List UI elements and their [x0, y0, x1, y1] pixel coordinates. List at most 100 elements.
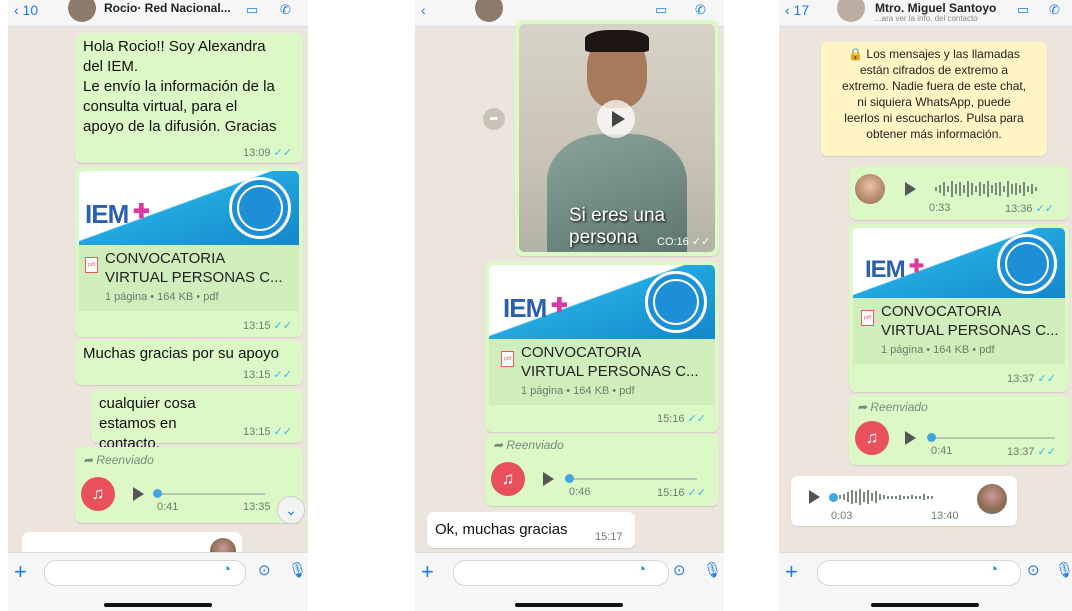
phone-call-icon[interactable]: ✆ — [280, 2, 302, 20]
document-info: pdf CONVOCATORIA VIRTUAL PERSONAS C... 1… — [79, 245, 299, 311]
message-composer: + ◔ ⊙ 🎙 — [415, 552, 724, 611]
message-input[interactable] — [44, 560, 246, 586]
document-meta: 1 página • 164 KB • pdf — [881, 344, 995, 356]
message-bubble-outgoing[interactable]: cualquier cosa estamos en contacto. 13:1… — [91, 389, 303, 452]
play-button[interactable] — [809, 490, 820, 504]
chat-screen-2: ‹ ▭ ✆ Si eres una persona CO:16 ✓✓ ➦ IEM … — [415, 0, 724, 611]
video-person-hair — [585, 30, 649, 52]
back-button[interactable]: ‹ — [421, 2, 426, 18]
sticker-icon[interactable]: ◔ — [989, 561, 998, 578]
play-button[interactable] — [133, 487, 144, 501]
sticker-icon[interactable]: ◔ — [637, 561, 646, 578]
audio-message[interactable]: ➦ Reenviado ♫ 0:41 13:35 — [75, 447, 303, 523]
camera-icon[interactable]: ⊙ — [258, 561, 271, 579]
microphone-icon[interactable]: 🎙 — [1055, 561, 1072, 579]
video-call-icon[interactable]: ▭ — [246, 2, 268, 20]
audio-scrubber[interactable] — [927, 433, 936, 442]
audio-duration: 0:41 — [157, 501, 179, 513]
document-thumbnail[interactable]: IEM ✚ — [853, 228, 1065, 298]
iem-logo-mark: ✚ — [551, 295, 568, 317]
audio-duration: 0:46 — [569, 486, 591, 498]
contact-name[interactable]: Rocio· Red Nacional... — [104, 1, 234, 15]
audio-message[interactable]: ➦ Reenviado ♫ 0:46 15:16 ✓✓ — [485, 434, 719, 506]
back-button[interactable]: ‹ 17 — [785, 2, 809, 18]
message-bubble-incoming[interactable]: Ok, muchas gracias 15:17 — [427, 512, 635, 548]
voice-message-incoming[interactable]: 0:03 13:40 — [791, 476, 1017, 526]
play-button[interactable] — [905, 182, 916, 196]
chat-screen-rocio: ‹ 10 Rocio· Red Nacional... ▭ ✆ Hola Roc… — [8, 0, 308, 611]
audio-progress-track[interactable] — [929, 437, 1055, 439]
read-receipt-icon: ✓✓ — [273, 369, 292, 381]
audio-message[interactable]: ➦ Reenviado ♫ 0:41 13:37 ✓✓ — [849, 395, 1069, 465]
forwarded-label: ➦ Reenviado — [493, 438, 564, 452]
phone-call-icon[interactable]: ✆ — [1049, 2, 1071, 20]
voice-waveform[interactable] — [935, 180, 1061, 198]
iem-logo-mark: ✚ — [909, 256, 925, 276]
video-message[interactable]: Si eres una persona CO:16 ✓✓ — [515, 20, 719, 256]
encryption-notice[interactable]: 🔒 Los mensajes y las llamadas están cifr… — [821, 42, 1047, 156]
audio-scrubber[interactable] — [829, 493, 838, 502]
message-composer: + ◔ ⊙ 🎙 — [779, 552, 1072, 611]
message-time: 13:15 ✓✓ — [243, 369, 292, 381]
microphone-icon[interactable]: 🎙 — [703, 561, 722, 579]
scroll-down-button[interactable]: ⌄ — [277, 496, 305, 524]
document-thumbnail[interactable]: IEM ✚ — [79, 171, 299, 245]
home-indicator — [104, 603, 212, 607]
audio-scrubber[interactable] — [565, 474, 574, 483]
document-info: pdf CONVOCATORIA VIRTUAL PERSONAS C... 1… — [489, 339, 715, 405]
pdf-file-icon: pdf — [501, 351, 514, 367]
sender-avatar — [855, 174, 885, 204]
audio-scrubber[interactable] — [153, 489, 162, 498]
contact-avatar[interactable] — [475, 0, 503, 22]
message-bubble-outgoing[interactable]: Muchas gracias por su apoyo 13:15 ✓✓ — [75, 340, 303, 385]
attach-plus-icon[interactable]: + — [14, 559, 27, 585]
chat-header: ‹ 17 Mtro. Miguel Santoyo ...ara ver la … — [779, 0, 1072, 27]
audio-progress-track[interactable] — [567, 478, 697, 480]
camera-icon[interactable]: ⊙ — [673, 561, 686, 579]
contact-name[interactable]: Mtro. Miguel Santoyo — [875, 1, 1015, 15]
play-button[interactable] — [905, 431, 916, 445]
contact-avatar[interactable] — [837, 0, 865, 22]
message-time: 13:37 ✓✓ — [1007, 446, 1056, 458]
microphone-icon[interactable]: 🎙 — [288, 561, 307, 579]
video-call-icon[interactable]: ▭ — [1017, 2, 1039, 20]
video-call-icon[interactable]: ▭ — [655, 2, 677, 20]
message-time: 13:36 ✓✓ — [1005, 203, 1054, 215]
contact-avatar[interactable] — [68, 0, 96, 22]
iem-logo: IEM — [85, 199, 129, 229]
read-receipt-icon: ✓✓ — [687, 487, 706, 499]
document-message[interactable]: IEM ✚ pdf CONVOCATORIA VIRTUAL PERSONAS … — [75, 167, 303, 337]
video-play-icon[interactable] — [597, 100, 635, 138]
audio-progress-track[interactable] — [155, 493, 265, 495]
message-composer: + ◔ ⊙ 🎙 — [8, 552, 308, 611]
message-time: 15:16 ✓✓ — [657, 487, 706, 499]
voice-waveform[interactable] — [839, 488, 967, 506]
message-time: 13:15 ✓✓ — [243, 320, 292, 332]
play-button[interactable] — [543, 472, 554, 486]
phone-call-icon[interactable]: ✆ — [695, 2, 717, 20]
voice-message[interactable]: 0:33 13:36 ✓✓ — [849, 166, 1069, 220]
camera-icon[interactable]: ⊙ — [1027, 561, 1040, 579]
document-message[interactable]: IEM ✚ pdf CONVOCATORIA VIRTUAL PERSONAS … — [849, 224, 1069, 392]
document-meta: 1 página • 164 KB • pdf — [521, 385, 635, 397]
back-button[interactable]: ‹ 10 — [14, 2, 38, 18]
document-message[interactable]: IEM ✚ pdf CONVOCATORIA VIRTUAL PERSONAS … — [485, 261, 719, 432]
read-receipt-icon: ✓✓ — [1035, 203, 1054, 215]
read-receipt-icon: ✓✓ — [691, 236, 711, 248]
chat-header: ‹ 10 Rocio· Red Nacional... ▭ ✆ — [8, 0, 308, 27]
message-bubble-outgoing[interactable]: Hola Rocio!! Soy Alexandra del IEM. Le e… — [75, 33, 303, 163]
read-receipt-icon: ✓✓ — [273, 320, 292, 332]
message-text: Hola Rocio!! Soy Alexandra del IEM. Le e… — [83, 38, 277, 135]
message-text: cualquier cosa estamos en contacto. — [99, 395, 196, 452]
message-time: 15:16 ✓✓ — [657, 413, 706, 425]
read-receipt-icon: ✓✓ — [1037, 446, 1056, 458]
forwarded-label: ➦ Reenviado — [857, 400, 928, 414]
document-thumbnail[interactable]: IEM ✚ — [489, 265, 715, 339]
video-thumbnail[interactable]: Si eres una persona CO:16 ✓✓ — [519, 24, 715, 252]
attach-plus-icon[interactable]: + — [785, 559, 798, 585]
attach-plus-icon[interactable]: + — [421, 559, 434, 585]
sticker-icon[interactable]: ◔ — [222, 561, 231, 578]
read-receipt-icon: ✓✓ — [273, 147, 292, 159]
chat-screen-miguel: ‹ 17 Mtro. Miguel Santoyo ...ara ver la … — [779, 0, 1072, 611]
forward-share-icon[interactable]: ➦ — [483, 108, 505, 130]
